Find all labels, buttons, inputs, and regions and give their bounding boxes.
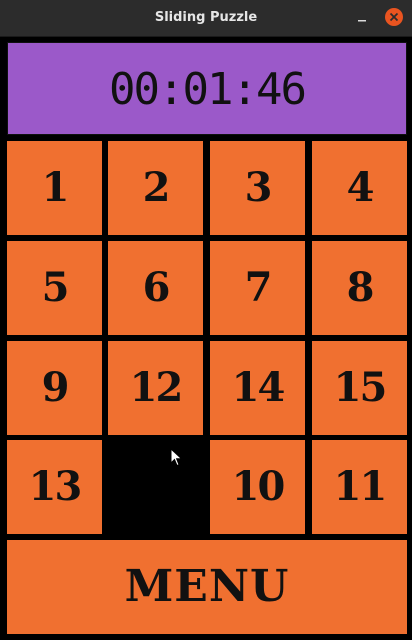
puzzle-tile[interactable]: 13: [7, 440, 102, 534]
puzzle-tile[interactable]: 11: [312, 440, 407, 534]
tile-number: 5: [41, 264, 70, 311]
puzzle-tile[interactable]: 6: [108, 241, 203, 335]
tile-number: 2: [142, 164, 171, 211]
puzzle-tile[interactable]: 4: [312, 141, 407, 235]
tile-number: 3: [244, 164, 273, 211]
puzzle-tile[interactable]: 12: [108, 341, 203, 435]
tile-number: 1: [41, 164, 70, 211]
menu-label: MENU: [124, 561, 290, 612]
puzzle-tile[interactable]: 5: [7, 241, 102, 335]
puzzle-tile[interactable]: 2: [108, 141, 203, 235]
puzzle-tile[interactable]: 8: [312, 241, 407, 335]
empty-slot: [108, 440, 203, 534]
tile-number: 12: [129, 364, 184, 411]
tile-number: 8: [346, 264, 375, 311]
menu-button[interactable]: MENU: [7, 540, 407, 634]
puzzle-tile[interactable]: 1: [7, 141, 102, 235]
tile-number: 4: [346, 164, 375, 211]
tile-number: 14: [231, 364, 286, 411]
puzzle-tile[interactable]: 10: [210, 440, 305, 534]
puzzle-tile[interactable]: 3: [210, 141, 305, 235]
tile-number: 15: [333, 364, 388, 411]
tile-number: 10: [231, 463, 286, 510]
tile-number: 13: [28, 463, 83, 510]
tile-number: 11: [333, 463, 388, 510]
puzzle-tile[interactable]: 14: [210, 341, 305, 435]
tile-number: 6: [142, 264, 171, 311]
puzzle-tile[interactable]: 9: [7, 341, 102, 435]
puzzle-tile[interactable]: 7: [210, 241, 305, 335]
tile-number: 9: [41, 364, 70, 411]
tile-number: 7: [244, 264, 273, 311]
puzzle-tile[interactable]: 15: [312, 341, 407, 435]
app-window: Sliding Puzzle 00:01:46 1 2 3 4 5 6 7 8 9 12 14 15 1…: [0, 0, 412, 640]
